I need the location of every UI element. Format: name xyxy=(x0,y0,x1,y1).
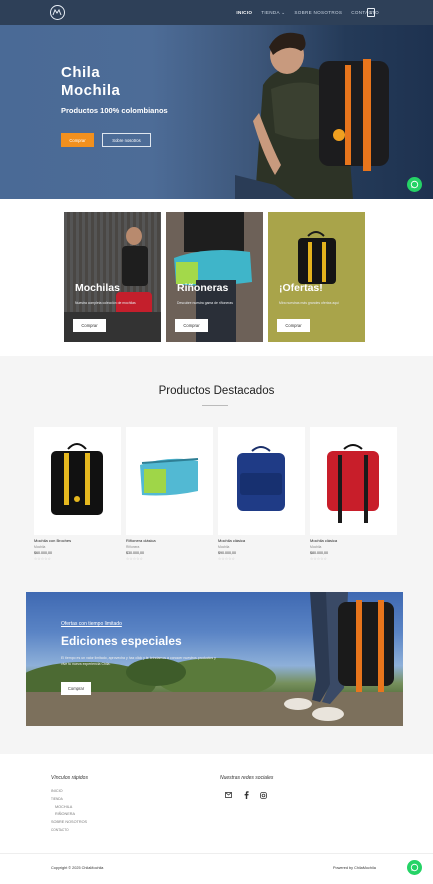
promo-buy-button[interactable]: Comprar xyxy=(61,682,91,695)
email-icon[interactable] xyxy=(224,791,232,799)
product-price: $60.000,00 xyxy=(34,551,52,555)
featured-title: Productos Destacados xyxy=(158,385,275,397)
facebook-icon[interactable] xyxy=(242,791,250,799)
footer-link-mochila[interactable]: MOCHILA xyxy=(55,805,72,809)
product-price: $30.000,00 xyxy=(126,551,144,555)
category-buy-button[interactable]: Comprar xyxy=(175,319,208,332)
promo-description: El tiempo es un valor limitado, aprovech… xyxy=(61,656,216,666)
footer xyxy=(0,754,433,884)
product-name[interactable]: Riñonera clásica xyxy=(126,538,156,543)
top-nav: INICIO TIENDA ⌄ SOBRE NOSOTROS CONTACTO … xyxy=(0,0,433,25)
cart-icon[interactable]: 0 xyxy=(367,8,375,17)
category-desc: Descubre nuestra gama de riñoneras xyxy=(177,301,233,305)
product-name[interactable]: Mochila con Broches xyxy=(34,538,71,543)
category-buy-button[interactable]: Comprar xyxy=(277,319,310,332)
footer-link-sobre-nosotros[interactable]: SOBRE NOSOTROS xyxy=(51,820,87,824)
nav-link-sobre-nosotros[interactable]: SOBRE NOSOTROS xyxy=(294,10,342,15)
cart-count: 0 xyxy=(370,10,373,15)
promo-eyebrow-link[interactable]: Ofertas con tiempo limitado xyxy=(61,621,122,627)
hero-about-button[interactable]: Sobre nosotros xyxy=(102,133,151,147)
product-card[interactable] xyxy=(34,427,121,535)
hero-model-image xyxy=(235,32,389,199)
footer-link-inicio[interactable]: INICIO xyxy=(51,789,63,793)
whatsapp-icon[interactable] xyxy=(407,860,422,875)
product-card[interactable] xyxy=(126,427,213,535)
nav-links: INICIO TIENDA ⌄ SOBRE NOSOTROS CONTACTO xyxy=(236,0,379,25)
category-card-mochilas[interactable]: Mochilas Nuestra completa colección de m… xyxy=(64,212,161,342)
product-image xyxy=(327,444,379,523)
hero-title-line2: Mochila xyxy=(61,82,121,99)
product-name[interactable]: Mochila clásica xyxy=(218,538,245,543)
promo-banner: Ofertas con tiempo limitado Ediciones es… xyxy=(26,592,403,726)
featured-divider xyxy=(202,405,228,406)
social-title: Nuestras redes sociales xyxy=(220,775,274,781)
hero-subtitle: Productos 100% colombianos xyxy=(61,106,168,115)
promo-title: Ediciones especiales xyxy=(61,634,182,648)
category-card-rinoneras[interactable]: Riñoneras Descubre nuestra gama de riñon… xyxy=(166,212,263,342)
product-image xyxy=(140,458,199,496)
product-price: $90.000,00 xyxy=(218,551,236,555)
category-title: ¡Ofertas! xyxy=(279,282,323,294)
logo-icon[interactable] xyxy=(50,5,65,20)
hero-title-line1: Chila xyxy=(61,64,101,81)
powered-by-text: Powered by ChilaMochila xyxy=(333,866,376,870)
category-title: Riñoneras xyxy=(177,282,229,294)
quick-links-title: Vínculos rápidos xyxy=(51,775,88,781)
product-image xyxy=(237,446,285,511)
footer-link-contacto[interactable]: CONTACTO xyxy=(51,828,69,832)
product-category: Mochila xyxy=(310,545,322,549)
product-rating: ☆☆☆☆☆ xyxy=(126,557,144,561)
category-buy-button[interactable]: Comprar xyxy=(73,319,106,332)
product-category: Mochila xyxy=(218,545,230,549)
category-title: Mochilas xyxy=(75,282,120,294)
hero-banner: Chila Mochila Productos 100% colombianos… xyxy=(0,25,433,199)
hero-title: Chila Mochila xyxy=(61,64,120,100)
product-card[interactable] xyxy=(310,427,397,535)
product-name[interactable]: Mochila clásica xyxy=(310,538,337,543)
category-desc: Mira nuestras más grandes ofertas aquí xyxy=(279,301,339,305)
product-rating: ☆☆☆☆☆ xyxy=(34,557,52,561)
product-category: Riñonera xyxy=(126,545,140,549)
product-price: $80.000,00 xyxy=(310,551,328,555)
footer-link-rinonera[interactable]: RIÑONERA xyxy=(55,812,75,816)
product-image xyxy=(51,443,103,515)
category-card-ofertas[interactable]: ¡Ofertas! Mira nuestras más grandes ofer… xyxy=(268,212,365,342)
product-category: Mochila xyxy=(34,545,46,549)
copyright-text: Copyright © 2025 ChilaMochila xyxy=(51,866,104,870)
whatsapp-icon[interactable] xyxy=(407,177,422,192)
nav-link-tienda[interactable]: TIENDA ⌄ xyxy=(261,10,285,16)
category-desc: Nuestra completa colección de mochilas xyxy=(75,301,136,305)
footer-divider xyxy=(0,853,433,854)
hero-buy-button[interactable]: Comprar xyxy=(61,133,94,147)
product-rating: ☆☆☆☆☆ xyxy=(310,557,328,561)
product-rating: ☆☆☆☆☆ xyxy=(218,557,236,561)
instagram-icon[interactable] xyxy=(259,791,267,799)
product-card[interactable] xyxy=(218,427,305,535)
nav-link-inicio[interactable]: INICIO xyxy=(236,10,252,15)
footer-link-tienda[interactable]: TIENDA xyxy=(51,797,63,801)
